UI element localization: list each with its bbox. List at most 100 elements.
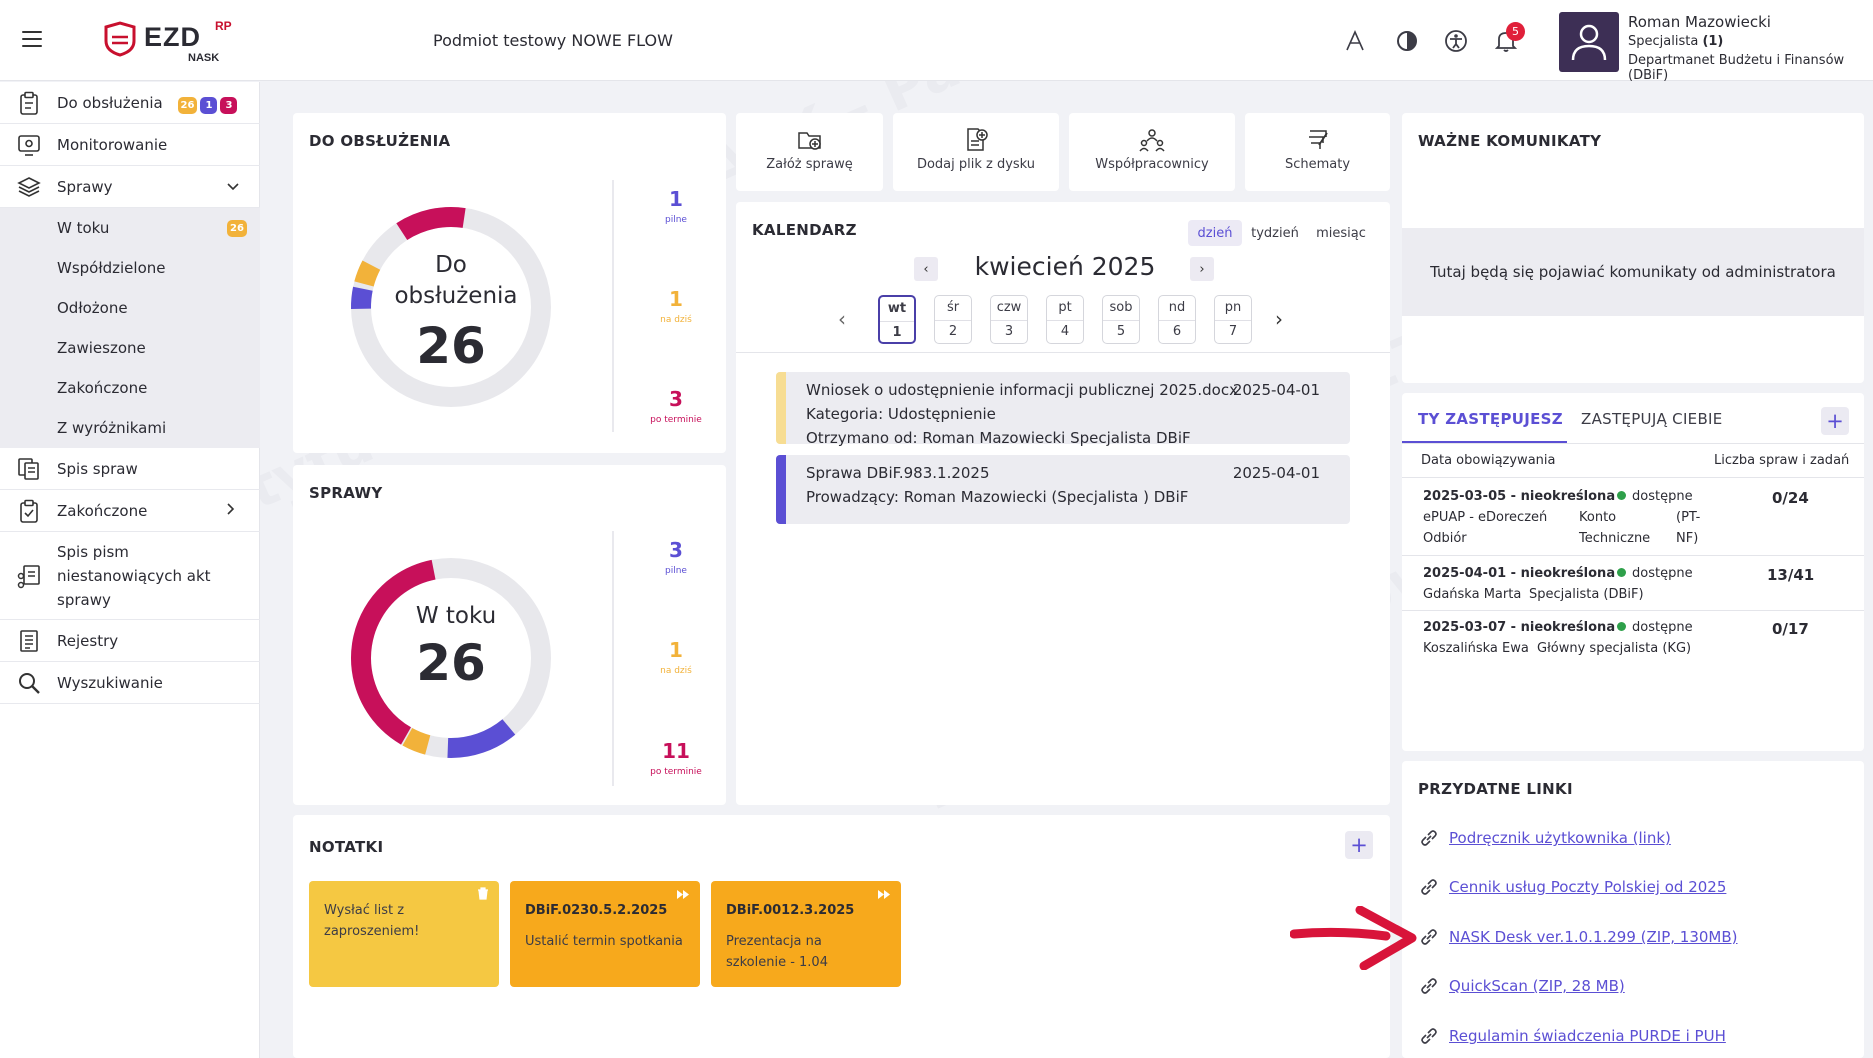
stat-overdue-label: po terminie — [650, 767, 702, 777]
status-dot — [1617, 568, 1626, 577]
sidebar-item-label: Wyszukiwanie — [57, 673, 163, 692]
col-header-count: Liczba spraw i zadań — [1714, 453, 1850, 468]
sidebar-subitem-label: Zawieszone — [57, 339, 146, 357]
sidebar-item-spis-pism[interactable]: Spis pism niestanowiących akt sprawy — [0, 532, 260, 620]
divider — [612, 531, 614, 786]
link-icon — [1421, 929, 1437, 945]
view-tab-month[interactable]: miesiąc — [1308, 220, 1374, 246]
row-count[interactable]: 0/24 — [1772, 489, 1809, 507]
chevron-right-icon[interactable] — [227, 502, 235, 519]
contrast-icon[interactable] — [1392, 26, 1422, 56]
row-person: Koszalińska Ewa — [1423, 641, 1529, 656]
link-item[interactable]: NASK Desk ver.1.0.1.299 (ZIP, 130MB) — [1418, 926, 1738, 948]
add-substitution-button[interactable]: + — [1821, 407, 1849, 435]
stat-overdue-value[interactable]: 11 — [641, 739, 711, 763]
link-item[interactable]: QuickScan (ZIP, 28 MB) — [1418, 975, 1625, 997]
tab-zastepuja-ciebie[interactable]: ZASTĘPUJĄ CIEBIE — [1581, 410, 1723, 428]
schematy-button[interactable]: Schematy — [1245, 113, 1390, 191]
sidebar-subitem-wspoldzielone[interactable]: Współdzielone — [0, 248, 260, 288]
link-text[interactable]: QuickScan (ZIP, 28 MB) — [1449, 977, 1625, 995]
komunikaty-message: Tutaj będą się pojawiać komunikaty od ad… — [1402, 228, 1864, 316]
row-position: Konto Techniczne — [1579, 510, 1651, 546]
sprawy-total: 26 — [416, 634, 486, 692]
tab-ty-zastepujesz[interactable]: TY ZASTĘPUJESZ — [1418, 410, 1563, 428]
zaloz-sprawe-button[interactable]: Załóż sprawę — [736, 113, 883, 191]
user-avatar-icon[interactable] — [1559, 12, 1619, 72]
sprawy-center-label: W toku — [415, 603, 497, 629]
row-count[interactable]: 13/41 — [1767, 566, 1814, 584]
stat-today-value[interactable]: 1 — [641, 287, 711, 311]
prev-days-button[interactable]: ‹ — [838, 307, 846, 331]
sidebar-subitem-zawieszone[interactable]: Zawieszone — [0, 328, 260, 368]
stat-overdue-value[interactable]: 3 — [641, 387, 711, 411]
stat-today-label: na dziś — [660, 666, 692, 676]
logo-rp: RP — [215, 19, 232, 33]
view-tab-day[interactable]: dzień — [1188, 220, 1242, 246]
prev-month-button[interactable]: ‹ — [914, 257, 938, 281]
sidebar-item-do-obsluzenia[interactable]: Do obsłużenia 26 1 3 — [0, 82, 260, 124]
action-label: Dodaj plik z dysku — [916, 157, 1036, 172]
sidebar-item-rejestry[interactable]: Rejestry — [0, 620, 260, 662]
dodaj-plik-button[interactable]: Dodaj plik z dysku — [893, 113, 1059, 191]
note-card[interactable]: Wysłać list z zaproszeniem! — [309, 881, 499, 987]
row-date: 2025-04-01 - nieokreślona — [1423, 566, 1616, 581]
view-tab-week[interactable]: tydzień — [1246, 220, 1304, 246]
fast-forward-icon[interactable] — [676, 886, 690, 907]
hamburger-icon[interactable] — [22, 31, 42, 47]
link-text[interactable]: Regulamin świadczenia PURDE i PUH — [1449, 1027, 1726, 1045]
day-cell[interactable]: śr 2 — [934, 295, 972, 344]
ezd-logo[interactable]: EZD RP NASK — [100, 17, 240, 67]
note-card[interactable]: DBiF.0230.5.2.2025 Ustalić termin spotka… — [510, 881, 700, 987]
sidebar-item-spis-spraw[interactable]: Spis spraw — [0, 448, 260, 490]
day-cell[interactable]: nd 6 — [1158, 295, 1196, 344]
sidebar-item-label: Spis spraw — [57, 459, 138, 478]
next-days-button[interactable]: › — [1275, 307, 1283, 331]
trash-icon[interactable] — [477, 886, 489, 907]
sidebar-subitem-label: Współdzielone — [57, 259, 166, 277]
calendar-event[interactable]: Sprawa DBiF.983.1.2025 Prowadzący: Roman… — [776, 455, 1350, 524]
day-cell[interactable]: pt 4 — [1046, 295, 1084, 344]
sidebar-subitem-z-wyroznikami[interactable]: Z wyróżnikami — [0, 408, 260, 448]
share-docs-icon — [16, 563, 42, 589]
sidebar-item-sprawy[interactable]: Sprawy — [0, 166, 260, 208]
link-text[interactable]: NASK Desk ver.1.0.1.299 (ZIP, 130MB) — [1449, 928, 1738, 946]
sidebar-item-monitorowanie[interactable]: Monitorowanie — [0, 124, 260, 166]
note-card[interactable]: DBiF.0012.3.2025 Prezentacja na szkoleni… — [711, 881, 901, 987]
do-obsluzenia-center-label-1: Do — [435, 252, 467, 278]
divider — [1402, 443, 1864, 444]
next-month-button[interactable]: › — [1190, 257, 1214, 281]
calendar-event[interactable]: Wniosek o udostępnienie informacji publi… — [776, 372, 1350, 447]
day-cell[interactable]: wt 1 — [878, 295, 916, 344]
link-text[interactable]: Podręcznik użytkownika (link) — [1449, 829, 1671, 847]
sidebar-item-zakonczone[interactable]: Zakończone — [0, 490, 260, 532]
chevron-down-icon[interactable] — [227, 179, 239, 195]
day-cell[interactable]: sob 5 — [1102, 295, 1140, 344]
action-label: Schematy — [1284, 157, 1351, 172]
link-icon — [1421, 1028, 1437, 1044]
row-count[interactable]: 0/17 — [1772, 620, 1809, 638]
logo-nask: NASK — [188, 52, 220, 64]
link-item[interactable]: Cennik usług Poczty Polskiej od 2025 — [1418, 876, 1726, 898]
link-text[interactable]: Cennik usług Poczty Polskiej od 2025 — [1449, 878, 1726, 896]
day-cell[interactable]: czw 3 — [990, 295, 1028, 344]
wspolpracownicy-button[interactable]: Współpracownicy — [1069, 113, 1235, 191]
stat-today-label: na dziś — [660, 315, 692, 325]
sidebar-subitem-label: W toku — [57, 219, 110, 237]
sidebar-subitem-odlozone[interactable]: Odłożone — [0, 288, 260, 328]
fast-forward-icon[interactable] — [877, 886, 891, 907]
sidebar-subitem-zakonczone[interactable]: Zakończone — [0, 368, 260, 408]
accessibility-icon[interactable] — [1441, 26, 1471, 56]
folder-add-icon — [797, 132, 821, 150]
sidebar-subitem-w-toku[interactable]: W toku 26 — [0, 208, 260, 248]
day-cell[interactable]: pn 7 — [1214, 295, 1252, 344]
stat-urgent-value[interactable]: 3 — [641, 538, 711, 562]
font-size-icon[interactable] — [1340, 26, 1370, 56]
row-position: Specjalista (DBiF) — [1529, 587, 1644, 602]
link-item[interactable]: Regulamin świadczenia PURDE i PUH — [1418, 1025, 1726, 1047]
stat-urgent-value[interactable]: 1 — [641, 187, 711, 211]
stat-today-value[interactable]: 1 — [641, 638, 711, 662]
add-note-button[interactable]: + — [1345, 831, 1373, 859]
link-item[interactable]: Podręcznik użytkownika (link) — [1418, 827, 1671, 849]
sidebar-item-wyszukiwanie[interactable]: Wyszukiwanie — [0, 662, 260, 704]
link-icon — [1421, 978, 1437, 994]
